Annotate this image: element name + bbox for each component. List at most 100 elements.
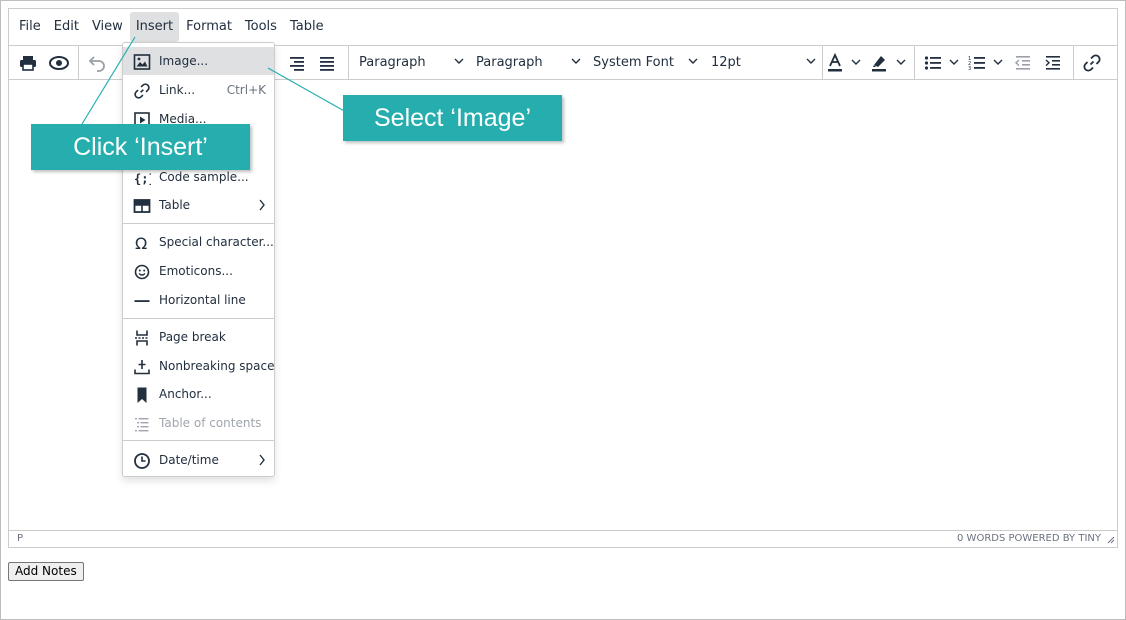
chevron-down-icon xyxy=(851,59,861,65)
chevron-down-icon xyxy=(993,59,1003,65)
menu-item-date-time[interactable]: Date/time xyxy=(123,446,274,474)
svg-text:3: 3 xyxy=(968,66,971,71)
code-sample-icon: {;} xyxy=(134,172,151,186)
menu-item-label: Page break xyxy=(159,330,226,344)
toolbar-separator xyxy=(822,46,823,79)
print-button[interactable] xyxy=(15,46,41,79)
menu-item-image[interactable]: Image... xyxy=(123,47,274,75)
menu-tools[interactable]: Tools xyxy=(239,12,283,42)
menu-item-label: Date/time xyxy=(159,453,219,467)
toolbar-separator xyxy=(1073,46,1074,79)
menu-item-label: Table of contents xyxy=(159,416,262,430)
menu-edit[interactable]: Edit xyxy=(48,12,85,42)
menu-item-table-of-contents: Table of contents xyxy=(123,409,274,437)
indent-button[interactable] xyxy=(1041,46,1065,79)
font-family-select[interactable]: System Font xyxy=(593,46,698,79)
link-icon xyxy=(134,83,150,99)
numbered-list-dropdown[interactable] xyxy=(991,46,1005,79)
chevron-down-icon xyxy=(688,58,698,64)
clock-icon xyxy=(134,453,150,469)
menu-item-emoticons[interactable]: Emoticons... xyxy=(123,257,274,285)
shortcut-label: Ctrl+K xyxy=(226,83,266,97)
callout-click-insert: Click ‘Insert’ xyxy=(31,124,250,170)
nonbreaking-space-icon xyxy=(134,360,150,375)
bullet-list-button[interactable] xyxy=(921,46,945,79)
menu-view[interactable]: View xyxy=(86,12,129,42)
insert-menu-dropdown: Image... Link... Ctrl+K Media... {;} Cod… xyxy=(122,42,275,477)
element-path[interactable]: P xyxy=(17,533,23,544)
menu-format[interactable]: Format xyxy=(180,12,238,42)
menu-item-label: Image... xyxy=(159,54,209,68)
link-icon xyxy=(1083,53,1101,72)
block-format-value: Paragraph xyxy=(359,55,426,70)
print-icon xyxy=(20,55,36,71)
highlight-color-dropdown[interactable] xyxy=(894,46,908,79)
undo-icon xyxy=(88,55,105,72)
highlight-color-button[interactable] xyxy=(868,46,890,79)
justify-button[interactable] xyxy=(314,46,340,79)
toolbar-separator xyxy=(348,46,349,79)
justify-icon xyxy=(320,56,334,71)
undo-button[interactable] xyxy=(84,46,110,79)
preview-icon xyxy=(49,55,69,70)
callout-select-image: Select ‘Image’ xyxy=(343,95,562,141)
menu-item-link[interactable]: Link... Ctrl+K xyxy=(123,76,274,104)
toc-icon xyxy=(135,418,149,432)
link-button[interactable] xyxy=(1079,46,1105,79)
menu-item-label: Code sample... xyxy=(159,170,249,184)
menu-item-anchor[interactable]: Anchor... xyxy=(123,380,274,408)
font-size-select[interactable]: 12pt xyxy=(711,46,816,79)
menu-item-label: Horizontal line xyxy=(159,293,246,307)
menu-file[interactable]: File xyxy=(13,12,47,42)
menu-divider xyxy=(123,223,274,224)
toolbar-separator xyxy=(914,46,915,79)
menu-table[interactable]: Table xyxy=(284,12,330,42)
block-format-select-2[interactable]: Paragraph xyxy=(476,46,581,79)
menu-item-label: Special character... xyxy=(159,235,274,249)
word-count-branding: 0 WORDS POWERED BY TINY xyxy=(957,533,1101,544)
menu-insert[interactable]: Insert xyxy=(129,12,180,42)
numbered-list-button[interactable]: 123 xyxy=(965,46,989,79)
block-format-select[interactable]: Paragraph xyxy=(359,46,464,79)
menu-item-table[interactable]: Table xyxy=(123,191,274,219)
bullet-list-dropdown[interactable] xyxy=(947,46,961,79)
outdent-button[interactable] xyxy=(1011,46,1035,79)
chevron-right-icon xyxy=(259,454,265,466)
menu-item-label: Link... xyxy=(159,83,196,97)
toolbar-separator xyxy=(78,46,79,79)
font-family-value: System Font xyxy=(593,55,674,70)
chevron-down-icon xyxy=(454,58,464,64)
table-icon xyxy=(133,199,151,213)
add-notes-button[interactable]: Add Notes xyxy=(8,562,84,581)
text-color-dropdown[interactable] xyxy=(849,46,863,79)
menu-divider xyxy=(123,318,274,319)
menu-item-label: Nonbreaking space xyxy=(159,359,275,373)
menu-item-label: Table xyxy=(159,198,191,212)
svg-text:Ω: Ω xyxy=(135,234,147,252)
text-color-icon xyxy=(828,52,842,71)
align-right-icon xyxy=(290,56,304,71)
chevron-down-icon xyxy=(806,58,816,64)
outdent-icon xyxy=(1014,55,1030,70)
preview-button[interactable] xyxy=(46,46,72,79)
highlight-color-icon xyxy=(872,55,886,71)
svg-text:{;}: {;} xyxy=(134,172,151,186)
omega-icon: Ω xyxy=(135,234,147,252)
resize-handle-icon[interactable] xyxy=(1106,535,1115,544)
menu-item-page-break[interactable]: Page break xyxy=(123,323,274,351)
menu-item-label: Emoticons... xyxy=(159,264,233,278)
text-color-button[interactable] xyxy=(824,46,846,79)
align-right-button[interactable] xyxy=(284,46,310,79)
chevron-right-icon xyxy=(259,199,265,211)
page-break-icon xyxy=(135,330,149,346)
bullet-list-icon xyxy=(924,55,941,70)
horizontal-line-icon xyxy=(134,300,150,302)
menu-item-nonbreaking-space[interactable]: Nonbreaking space xyxy=(123,352,274,380)
block-format-value-2: Paragraph xyxy=(476,55,543,70)
menu-item-label: Anchor... xyxy=(159,387,212,401)
menu-item-special-character[interactable]: Ω Special character... xyxy=(123,228,274,256)
menu-item-horizontal-line[interactable]: Horizontal line xyxy=(123,286,274,314)
statusbar: P 0 WORDS POWERED BY TINY xyxy=(9,530,1117,547)
image-icon xyxy=(133,54,151,70)
font-size-value: 12pt xyxy=(711,55,741,70)
